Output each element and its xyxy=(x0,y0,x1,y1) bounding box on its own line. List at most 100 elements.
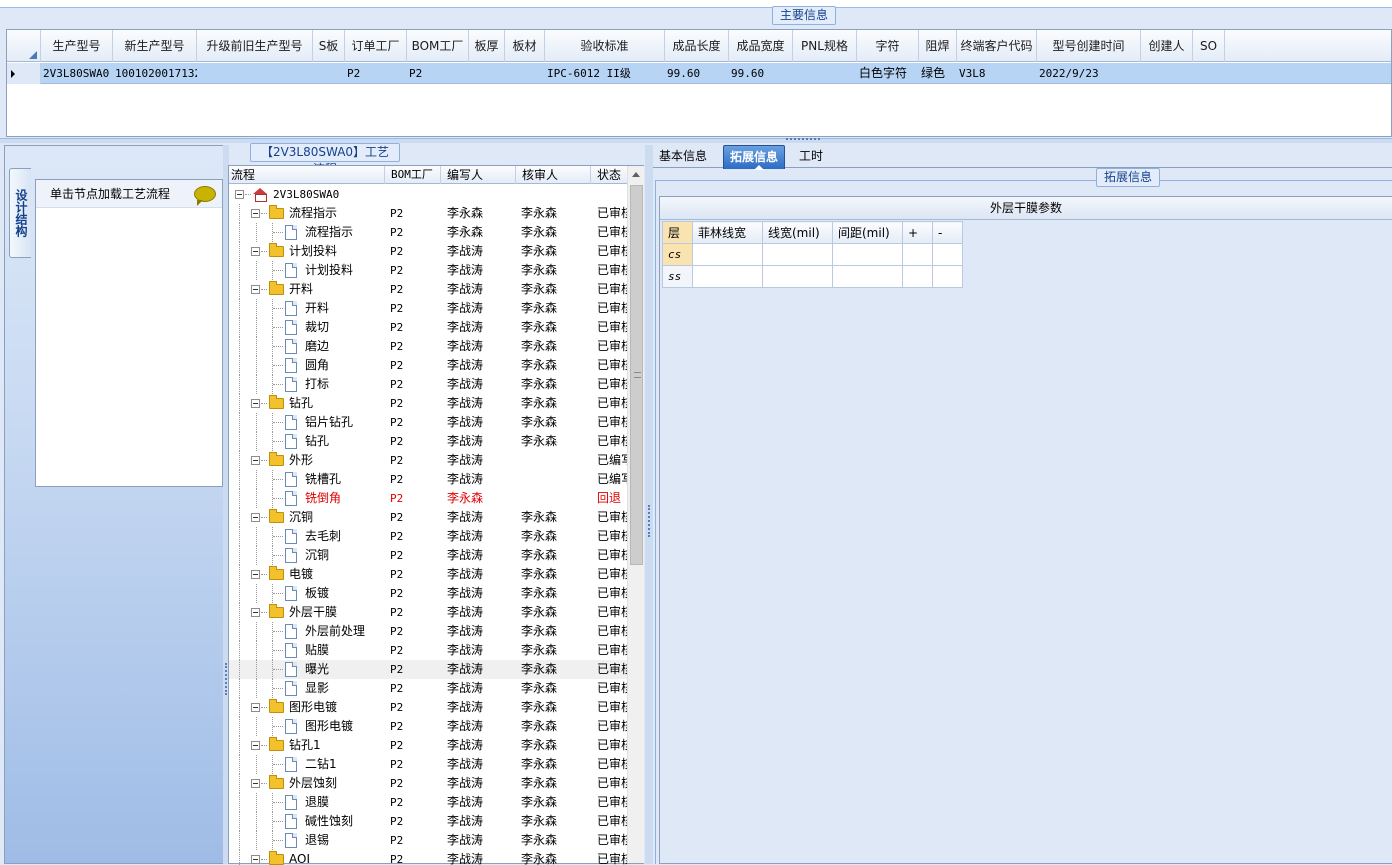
tree-row[interactable]: 磨边 P2 李战涛 李永森 已审核 xyxy=(229,337,627,356)
collapse-icon[interactable] xyxy=(251,608,260,617)
column-header-process[interactable]: 流程 xyxy=(229,166,385,184)
column-header-line-width[interactable]: 线宽(mil) xyxy=(762,221,833,244)
cell[interactable] xyxy=(932,265,963,288)
tree-row[interactable]: 沉铜 P2 李战涛 李永森 已审核 xyxy=(229,546,627,565)
table-cell[interactable]: V3L8 xyxy=(957,63,1037,84)
cell[interactable] xyxy=(832,243,903,266)
main-info-grid[interactable]: 生产型号 新生产型号 升级前旧生产型号 S板 订单工厂 BOM工厂 板厚 板材 验收标准 成品长度… xyxy=(6,29,1392,137)
tree-row[interactable]: 外层干膜 P2 李战涛 李永森 已审核 xyxy=(229,603,627,622)
tree-row[interactable]: 电镀 P2 李战涛 李永森 已审核 xyxy=(229,565,627,584)
tree-root-row[interactable]: 2V3L80SWA0 xyxy=(229,185,627,204)
table-cell[interactable] xyxy=(505,63,545,84)
table-cell[interactable] xyxy=(197,63,313,84)
tree-row[interactable]: 二钻1 P2 李战涛 李永森 已审核 xyxy=(229,755,627,774)
column-header-state[interactable]: 状态 xyxy=(591,166,627,184)
collapse-icon[interactable] xyxy=(251,209,260,218)
column-header-layer[interactable]: 层 xyxy=(662,221,693,244)
column-header[interactable]: BOM工厂 xyxy=(407,30,469,62)
column-header-writer[interactable]: 编写人 xyxy=(441,166,516,184)
collapse-icon[interactable] xyxy=(251,741,260,750)
tree-row[interactable]: 计划投料 P2 李战涛 李永森 已审核 xyxy=(229,261,627,280)
table-cell[interactable]: 白色字符 xyxy=(857,63,919,84)
cell[interactable] xyxy=(902,243,933,266)
tree-row[interactable]: 贴膜 P2 李战涛 李永森 已审核 xyxy=(229,641,627,660)
table-cell[interactable]: 99.60 xyxy=(729,63,793,84)
cell[interactable] xyxy=(932,243,963,266)
table-row[interactable]: ss xyxy=(662,265,963,288)
tab-work-hours[interactable]: 工时 xyxy=(793,145,829,169)
column-header[interactable]: 成品长度 xyxy=(665,30,729,62)
tree-row[interactable]: 外层前处理 P2 李战涛 李永森 已审核 xyxy=(229,622,627,641)
table-row[interactable]: cs xyxy=(662,243,963,266)
table-cell[interactable]: P2 xyxy=(407,63,469,84)
collapse-icon[interactable] xyxy=(251,247,260,256)
cell[interactable] xyxy=(692,243,763,266)
tree-row[interactable]: 圆角 P2 李战涛 李永森 已审核 xyxy=(229,356,627,375)
tree-row[interactable]: 裁切 P2 李战涛 李永森 已审核 xyxy=(229,318,627,337)
tree-row[interactable]: 计划投料 P2 李战涛 李永森 已审核 xyxy=(229,242,627,261)
tree-row[interactable]: 铣倒角 P2 李永森 回退 xyxy=(229,489,627,508)
tree-row[interactable]: 铝片钻孔 P2 李战涛 李永森 已审核 xyxy=(229,413,627,432)
column-header-film-width[interactable]: 菲林线宽 xyxy=(692,221,763,244)
column-header[interactable]: SO xyxy=(1193,30,1225,62)
tree-row[interactable]: 铣槽孔 P2 李战涛 已编写 xyxy=(229,470,627,489)
table-cell[interactable]: 绿色 xyxy=(919,63,957,84)
column-header[interactable]: 板厚 xyxy=(469,30,505,62)
tree-row[interactable]: 显影 P2 李战涛 李永森 已审核 xyxy=(229,679,627,698)
tree-row[interactable]: 去毛刺 P2 李战涛 李永森 已审核 xyxy=(229,527,627,546)
column-header[interactable]: 升级前旧生产型号 xyxy=(197,30,313,62)
horizontal-splitter[interactable] xyxy=(0,138,1392,143)
tree-row[interactable]: 板镀 P2 李战涛 李永森 已审核 xyxy=(229,584,627,603)
collapse-icon[interactable] xyxy=(251,855,260,864)
table-cell[interactable]: 2V3L80SWA0 xyxy=(41,63,113,84)
column-header-bom[interactable]: BOM工厂 xyxy=(385,166,441,184)
tree-row[interactable]: 图形电镀 P2 李战涛 李永森 已审核 xyxy=(229,698,627,717)
dry-film-params-grid[interactable]: 外层干膜参数 层 菲林线宽 线宽(mil) 间距(mil) + - cs ss xyxy=(659,196,1392,864)
row-header-ss[interactable]: ss xyxy=(662,265,693,288)
tab-extended-info[interactable]: 拓展信息 xyxy=(723,145,786,170)
grid-corner[interactable] xyxy=(7,30,41,62)
collapse-icon[interactable] xyxy=(251,399,260,408)
cell[interactable] xyxy=(692,265,763,288)
cell[interactable] xyxy=(832,265,903,288)
column-header[interactable]: 板材 xyxy=(505,30,545,62)
tree-row[interactable]: 打标 P2 李战涛 李永森 已审核 xyxy=(229,375,627,394)
tree-row[interactable]: 外层蚀刻 P2 李战涛 李永森 已审核 xyxy=(229,774,627,793)
table-cell[interactable]: IPC-6012 II级 xyxy=(545,63,665,84)
table-cell[interactable]: 99.60 xyxy=(665,63,729,84)
row-header-cs[interactable]: cs xyxy=(662,243,693,266)
column-header[interactable]: PNL规格 xyxy=(793,30,857,62)
column-header[interactable]: 型号创建时间 xyxy=(1037,30,1141,62)
tree-row[interactable]: 沉铜 P2 李战涛 李永森 已审核 xyxy=(229,508,627,527)
table-cell[interactable]: P2 xyxy=(345,63,407,84)
tree-row[interactable]: 退锡 P2 李战涛 李永森 已审核 xyxy=(229,831,627,850)
tree-row[interactable]: 钻孔 P2 李战涛 李永森 已审核 xyxy=(229,394,627,413)
nav-tree-box[interactable]: 单击节点加载工艺流程 xyxy=(35,179,223,487)
tree-row[interactable]: 开料 P2 李战涛 李永森 已审核 xyxy=(229,299,627,318)
tab-basic-info[interactable]: 基本信息 xyxy=(653,145,713,169)
column-header-checker[interactable]: 核审人 xyxy=(516,166,591,184)
collapse-icon[interactable] xyxy=(235,190,244,199)
column-header[interactable]: 成品宽度 xyxy=(729,30,793,62)
column-header[interactable]: S板 xyxy=(313,30,345,62)
tree-row[interactable]: 流程指示 P2 李永森 李永森 已审核 xyxy=(229,223,627,242)
collapse-icon[interactable] xyxy=(251,513,260,522)
tree-row[interactable]: 外形 P2 李战涛 已编写 xyxy=(229,451,627,470)
table-cell[interactable] xyxy=(469,63,505,84)
table-cell[interactable] xyxy=(313,63,345,84)
tree-scrollbar[interactable] xyxy=(627,166,644,863)
tree-row[interactable]: 流程指示 P2 李永森 李永森 已审核 xyxy=(229,204,627,223)
tree-row[interactable]: 钻孔1 P2 李战涛 李永森 已审核 xyxy=(229,736,627,755)
dry-film-params-table[interactable]: 层 菲林线宽 线宽(mil) 间距(mil) + - cs ss xyxy=(662,221,963,288)
add-column-button[interactable]: + xyxy=(902,221,933,244)
tree-row[interactable]: 曝光 P2 李战涛 李永森 已审核 xyxy=(229,660,627,679)
middle-vertical-splitter[interactable] xyxy=(645,145,653,864)
remove-column-button[interactable]: - xyxy=(932,221,963,244)
table-row[interactable]: 2V3L80SWA010010200171322 P2P2 IPC-6012 II级… xyxy=(7,63,1391,84)
collapse-icon[interactable] xyxy=(251,779,260,788)
table-cell[interactable] xyxy=(1141,63,1193,84)
table-cell[interactable]: 10010200171322 xyxy=(113,63,197,84)
column-header[interactable]: 字符 xyxy=(857,30,919,62)
collapse-icon[interactable] xyxy=(251,285,260,294)
table-cell[interactable] xyxy=(793,63,857,84)
